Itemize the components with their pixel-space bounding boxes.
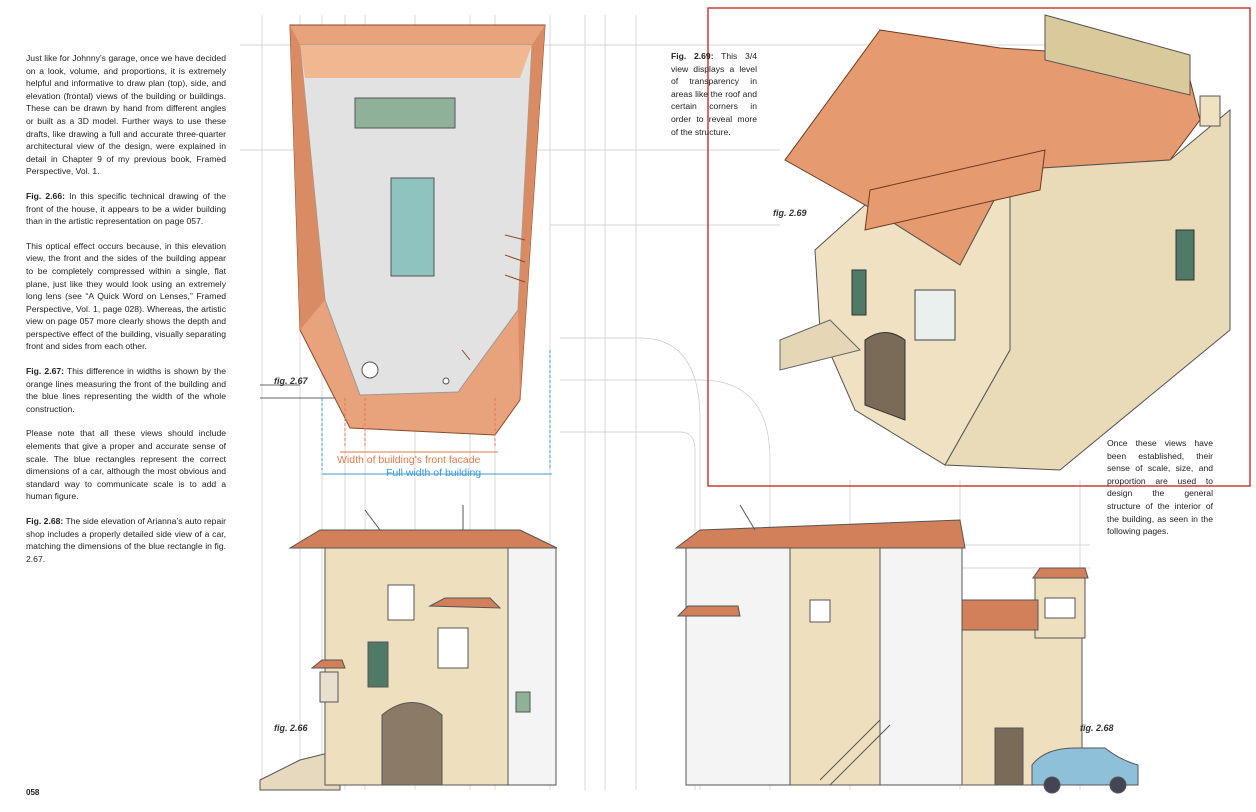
fig269-three-quarter-view xyxy=(707,7,1251,487)
book-page: Just like for Johnny’s garage, once we h… xyxy=(0,0,1256,812)
fig266-label: fig. 2.66 xyxy=(274,723,308,733)
fig269-caption: Fig. 2.69: This 3/4 view displays a leve… xyxy=(671,50,757,138)
illustration-layer xyxy=(240,7,1251,794)
fig267-plan-drawing xyxy=(260,24,546,436)
front-facade-width-label: Width of building’s front facade xyxy=(337,454,481,466)
interior-design-caption: Once these views have been established, … xyxy=(1107,438,1213,537)
fig269-lead: Fig. 2.69: xyxy=(671,51,714,61)
fig268-side-elevation xyxy=(674,504,1139,794)
fig269-label: fig. 2.69 xyxy=(773,208,807,218)
fig266-front-elevation xyxy=(259,505,558,791)
fig269-text: This 3/4 view displays a level of transp… xyxy=(671,51,757,137)
fig267-label: fig. 2.67 xyxy=(274,376,308,386)
fig268-label: fig. 2.68 xyxy=(1080,723,1114,733)
full-width-label: Full width of building xyxy=(386,467,482,479)
